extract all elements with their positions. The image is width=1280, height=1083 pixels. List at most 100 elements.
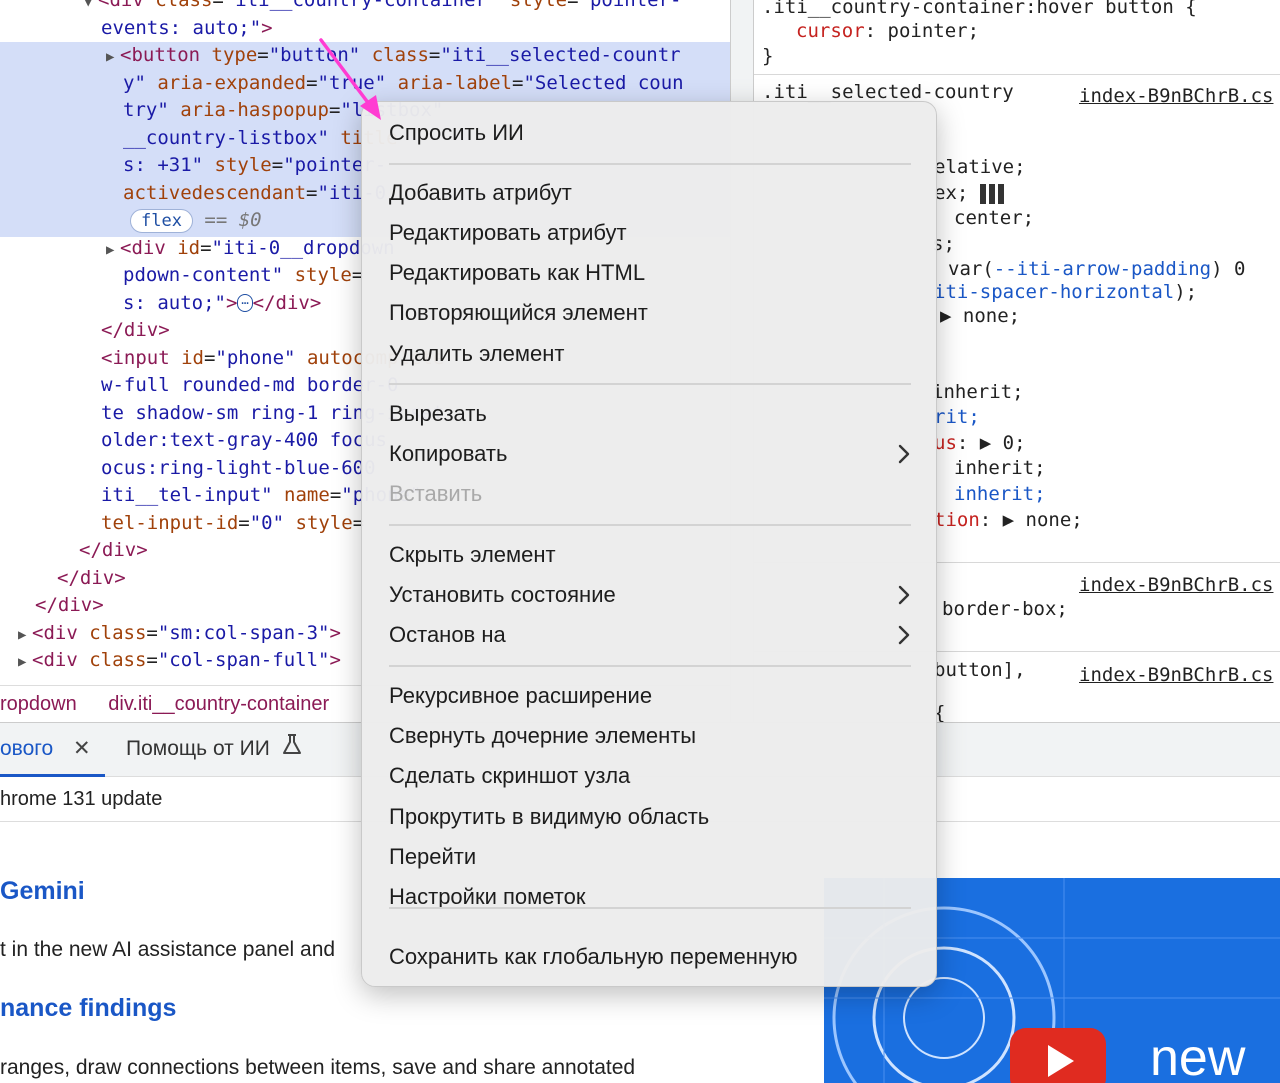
menu-item[interactable]: Настройки пометок	[389, 878, 911, 916]
dom-node-line[interactable]: ▶ <button type="button" class="iti__selec…	[106, 42, 681, 72]
dom-node-line[interactable]: ▶ <div class="col-span-full">	[18, 647, 341, 677]
expand-triangle-icon[interactable]: ▶	[106, 44, 120, 72]
dom-token: <div	[98, 0, 156, 11]
dom-token: class	[155, 0, 213, 11]
menu-item[interactable]: Свернуть дочерние элементы	[389, 717, 911, 755]
source-link[interactable]: index-B9nBChrB.cs	[1079, 662, 1273, 690]
menu-item[interactable]: Редактировать атрибут	[389, 214, 911, 252]
dom-token: style	[509, 0, 568, 11]
menu-item-label: Редактировать как HTML	[389, 260, 646, 285]
style-property: cursor	[796, 20, 865, 42]
play-icon[interactable]	[1010, 1028, 1106, 1083]
expand-triangle-icon[interactable]: ▶	[106, 237, 120, 265]
dom-node-line[interactable]: </div>	[57, 565, 126, 593]
menu-item-label: Удалить элемент	[389, 341, 565, 366]
dom-token: pdown-content"	[123, 264, 284, 286]
chevron-right-icon	[897, 576, 911, 618]
flex-editor-icon[interactable]	[979, 183, 1006, 204]
dom-token	[146, 72, 157, 94]
expand-triangle-icon[interactable]: ▶	[18, 622, 32, 650]
style-declaration[interactable]: cursor: pointer;	[796, 18, 979, 46]
flex-badge[interactable]: flex	[130, 209, 193, 233]
menu-item[interactable]: Спросить ИИ	[389, 114, 911, 152]
dom-node-line[interactable]: s: +31" style="pointer-	[123, 152, 386, 180]
menu-item[interactable]: Добавить атрибут	[389, 174, 911, 212]
menu-item[interactable]: Установить состояние	[389, 576, 911, 614]
dom-token: =	[306, 71, 318, 94]
dom-token: iti__tel-input"	[101, 484, 273, 506]
dom-node-line[interactable]: s: auto;"> ⋯ </div>	[123, 290, 321, 318]
menu-item[interactable]: Перейти	[389, 838, 911, 876]
expand-triangle-icon[interactable]: ▼	[84, 0, 98, 17]
menu-item[interactable]: Вырезать	[389, 395, 911, 433]
tab-whats-new[interactable]: ового ✕	[0, 723, 105, 777]
dom-token: class	[89, 649, 147, 671]
ellipsis-icon[interactable]: ⋯	[237, 294, 253, 312]
dom-node-line[interactable]: </div>	[35, 592, 104, 620]
source-link[interactable]: index-B9nBChrB.cs	[1079, 83, 1273, 111]
dom-token: <input	[101, 346, 182, 369]
breadcrumb-item[interactable]: div.iti__country-container	[108, 693, 329, 715]
menu-item-label: Свернуть дочерние элементы	[389, 723, 697, 748]
menu-item-label: Редактировать атрибут	[389, 220, 627, 245]
dom-node-line[interactable]: events: auto;">	[101, 15, 273, 43]
dom-node-line[interactable]: __country-listbox" title	[123, 125, 398, 153]
menu-item[interactable]: Удалить элемент	[389, 335, 911, 373]
dom-node-line[interactable]: activedescendant="iti-0	[123, 180, 386, 208]
dom-token	[386, 72, 397, 94]
dom-token: =	[257, 44, 269, 66]
dom-token: name	[284, 484, 330, 506]
dom-node-line[interactable]: ocus:ring-light-blue-600	[101, 455, 376, 483]
dom-token	[329, 127, 340, 149]
menu-item[interactable]: Редактировать как HTML	[389, 254, 911, 292]
dom-token: aria-label	[397, 71, 512, 94]
menu-item[interactable]: Рекурсивное расширение	[389, 677, 911, 715]
menu-item-label: Установить состояние	[389, 582, 616, 607]
dom-node-line[interactable]: tel-input-id="0" style=	[101, 510, 364, 538]
dom-token: <div	[120, 236, 178, 259]
dom-token: activedescendant	[123, 181, 307, 204]
menu-item[interactable]: Копировать	[389, 435, 911, 473]
dom-node-line[interactable]: ▶ <div id="iti-0__dropdown	[106, 235, 395, 265]
dom-node-line[interactable]: older:text-gray-400 focus	[101, 427, 387, 455]
dom-node-line[interactable]: flex == $0	[130, 207, 262, 235]
news-heading[interactable]: Gemini	[0, 877, 85, 906]
tab-ai-assistance[interactable]: Помощь от ИИ	[126, 723, 302, 777]
dom-token: tel-input-id	[101, 511, 239, 534]
style-value: pointer;	[887, 20, 980, 42]
dom-token: </div>	[252, 291, 322, 314]
menu-separator	[389, 907, 911, 909]
dom-node-line[interactable]: ▶ <div class="sm:col-span-3">	[18, 620, 341, 650]
style-brace: }	[762, 45, 774, 67]
dom-node-line[interactable]: </div>	[101, 317, 170, 345]
close-icon[interactable]: ✕	[73, 737, 91, 760]
menu-item[interactable]: Скрыть элемент	[389, 536, 911, 574]
news-paragraph: ranges, draw connections between items, …	[0, 1056, 636, 1079]
breadcrumb-item[interactable]: ropdown	[0, 693, 77, 715]
menu-item[interactable]: Повторяющийся элемент	[389, 294, 911, 332]
dom-token: try"	[123, 99, 169, 121]
dom-token: =	[271, 154, 284, 176]
dom-token: type	[211, 44, 258, 66]
dom-token: "true"	[317, 71, 387, 94]
dom-token: ocus:ring-light-blue-600	[101, 456, 376, 479]
news-heading[interactable]: nance findings	[0, 994, 176, 1023]
dom-token: style	[294, 264, 352, 286]
dom-node-line[interactable]: pdown-content" style=	[123, 262, 363, 290]
menu-item[interactable]: Прокрутить в видимую область	[389, 798, 911, 836]
dom-token	[498, 0, 509, 11]
menu-item[interactable]: Сделать скриншот узла	[389, 757, 911, 795]
tab-label: Помощь от ИИ	[126, 737, 270, 760]
dom-token: =	[146, 621, 158, 644]
menu-item[interactable]: Сохранить как глобальную переменную	[389, 938, 911, 976]
dom-token: "iti__selected-countr	[440, 44, 681, 66]
flask-icon	[282, 723, 302, 775]
dom-node-line[interactable]: </div>	[79, 537, 148, 565]
tab-label: ового	[0, 737, 54, 760]
menu-item[interactable]: Останов на	[389, 616, 911, 654]
dom-node-line[interactable]: w-full rounded-md border-0	[101, 372, 398, 400]
expand-triangle-icon[interactable]: ▶	[18, 649, 32, 677]
dom-token: older:text-gray-400 focus	[101, 429, 387, 451]
dom-node-line[interactable]: y" aria-expanded="true" aria-label="Sele…	[123, 70, 684, 98]
source-link[interactable]: index-B9nBChrB.cs	[1079, 572, 1273, 600]
